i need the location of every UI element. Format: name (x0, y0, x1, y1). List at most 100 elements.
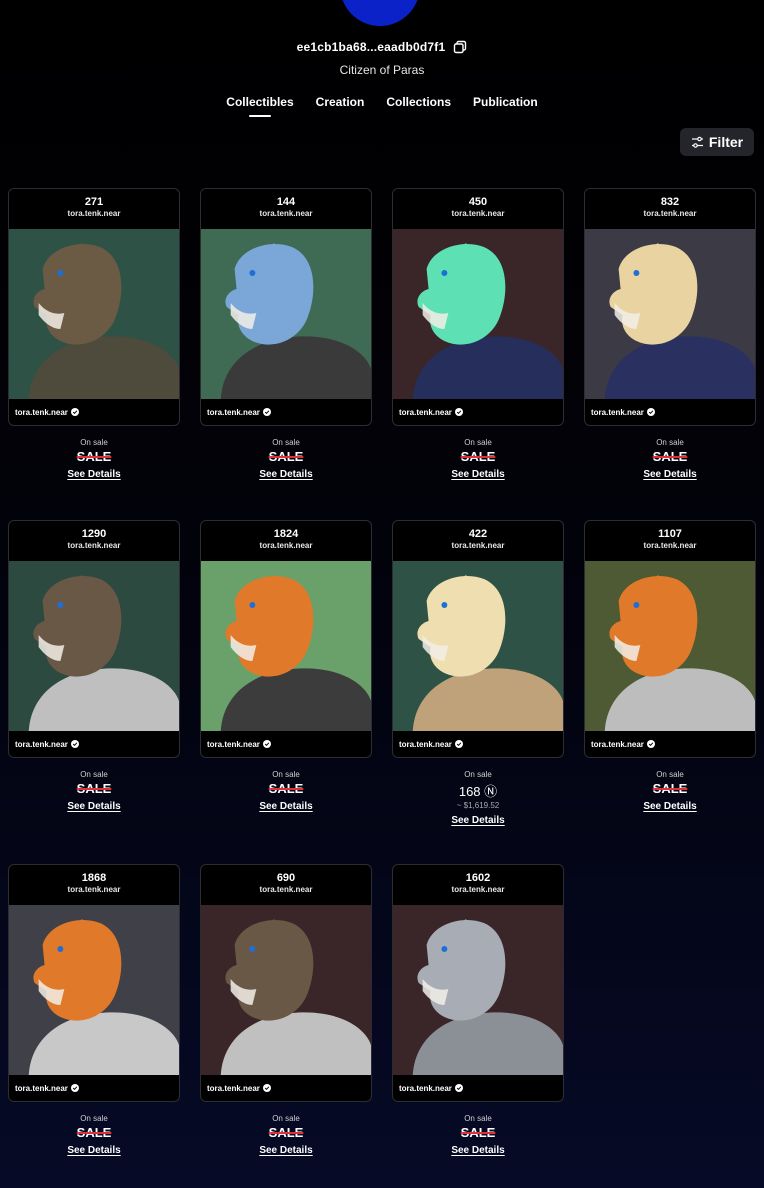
card-owner[interactable]: tora.tenk.near (207, 408, 260, 417)
card-token-number: 1868 (81, 872, 107, 884)
card-footer: tora.tenk.near (201, 1075, 371, 1101)
card-token-number: 144 (276, 196, 296, 208)
card-header: 1824 tora.tenk.near (201, 521, 371, 561)
card-token-number: 1290 (81, 528, 107, 540)
card-owner[interactable]: tora.tenk.near (591, 408, 644, 417)
card-artwork (9, 561, 179, 731)
nft-card[interactable]: 1868 tora.tenk.near tora.tenk.near (8, 864, 180, 1102)
card-owner[interactable]: tora.tenk.near (15, 740, 68, 749)
verified-icon (70, 740, 79, 748)
card-sale-info: On sale SALE See Details (200, 1114, 372, 1158)
nft-card[interactable]: 271 tora.tenk.near tora.tenk.near (8, 188, 180, 426)
nft-card[interactable]: 144 tora.tenk.near tora.tenk.near (200, 188, 372, 426)
card-header: 271 tora.tenk.near (9, 189, 179, 229)
card-price: 168 Ⓝ (458, 784, 498, 799)
card-collection-name: tora.tenk.near (451, 541, 505, 550)
nft-card[interactable]: 832 tora.tenk.near tora.tenk.near (584, 188, 756, 426)
nft-card[interactable]: 450 tora.tenk.near tora.tenk.near (392, 188, 564, 426)
see-details-link[interactable]: See Details (259, 1145, 312, 1156)
card-collection-name: tora.tenk.near (67, 209, 121, 218)
card-artwork (393, 229, 563, 399)
card-sale-label: SALE (268, 1125, 304, 1140)
card-header: 422 tora.tenk.near (393, 521, 563, 561)
card-footer: tora.tenk.near (9, 399, 179, 425)
card-header: 1602 tora.tenk.near (393, 865, 563, 905)
copy-icon[interactable] (453, 40, 467, 54)
card-artwork (393, 561, 563, 731)
profile-subtitle: Citizen of Paras (339, 63, 425, 77)
see-details-link[interactable]: See Details (451, 1145, 504, 1156)
filter-button[interactable]: Filter (680, 128, 754, 156)
verified-icon (646, 740, 655, 748)
see-details-link[interactable]: See Details (451, 469, 504, 480)
see-details-link[interactable]: See Details (259, 801, 312, 812)
verified-icon (262, 740, 271, 748)
card-sale-info: On sale SALE See Details (8, 770, 180, 814)
nft-card[interactable]: 690 tora.tenk.near tora.tenk.near (200, 864, 372, 1102)
card-owner[interactable]: tora.tenk.near (207, 1084, 260, 1093)
verified-icon (646, 408, 655, 416)
card-collection-name: tora.tenk.near (259, 885, 313, 894)
card-collection-name: tora.tenk.near (259, 209, 313, 218)
card-token-number: 1824 (273, 528, 299, 540)
card-token-number: 1602 (465, 872, 491, 884)
card-owner[interactable]: tora.tenk.near (399, 1084, 452, 1093)
profile-tabs: Collectibles Creation Collections Public… (0, 95, 764, 117)
see-details-link[interactable]: See Details (67, 801, 120, 812)
card-token-number: 422 (468, 528, 488, 540)
card-artwork (585, 229, 755, 399)
tab-collectibles[interactable]: Collectibles (226, 95, 294, 117)
card-artwork (9, 229, 179, 399)
card-footer: tora.tenk.near (393, 1075, 563, 1101)
see-details-link[interactable]: See Details (259, 469, 312, 480)
card-sale-info: On sale SALE See Details (584, 438, 756, 482)
nft-card[interactable]: 1290 tora.tenk.near tora.tenk.near (8, 520, 180, 758)
card-footer: tora.tenk.near (393, 731, 563, 757)
card-collection-name: tora.tenk.near (451, 209, 505, 218)
see-details-link[interactable]: See Details (451, 815, 504, 826)
see-details-link[interactable]: See Details (67, 469, 120, 480)
card-sale-info: On sale SALE See Details (200, 438, 372, 482)
tab-publication[interactable]: Publication (473, 95, 538, 117)
card-owner[interactable]: tora.tenk.near (207, 740, 260, 749)
card-header: 1107 tora.tenk.near (585, 521, 755, 561)
see-details-link[interactable]: See Details (643, 801, 696, 812)
card-sale-label: SALE (460, 449, 496, 464)
card-owner[interactable]: tora.tenk.near (399, 740, 452, 749)
account-row: ee1cb1ba68...eaadb0d7f1 (0, 40, 764, 54)
card-owner[interactable]: tora.tenk.near (15, 408, 68, 417)
see-details-link[interactable]: See Details (643, 469, 696, 480)
verified-icon (262, 1084, 271, 1092)
card-token-number: 690 (276, 872, 296, 884)
nft-card[interactable]: 1824 tora.tenk.near tora.tenk.near (200, 520, 372, 758)
card-usd-price: ~ $1,619.52 (456, 801, 500, 810)
card-owner[interactable]: tora.tenk.near (15, 1084, 68, 1093)
card-sale-info: On sale 168 Ⓝ ~ $1,619.52 See Details (392, 770, 564, 828)
card-sale-label: SALE (268, 449, 304, 464)
card-artwork (201, 905, 371, 1075)
verified-icon (454, 1084, 463, 1092)
card-token-number: 271 (84, 196, 104, 208)
card-status: On sale (464, 1114, 492, 1123)
card-token-number: 450 (468, 196, 488, 208)
card-artwork (201, 561, 371, 731)
tab-creation[interactable]: Creation (316, 95, 365, 117)
card-footer: tora.tenk.near (201, 399, 371, 425)
nft-card[interactable]: 422 tora.tenk.near tora.tenk.near (392, 520, 564, 758)
see-details-link[interactable]: See Details (67, 1145, 120, 1156)
card-collection-name: tora.tenk.near (67, 541, 121, 550)
card-sale-label: SALE (460, 1125, 496, 1140)
nft-card[interactable]: 1107 tora.tenk.near tora.tenk.near (584, 520, 756, 758)
card-owner[interactable]: tora.tenk.near (399, 408, 452, 417)
card-status: On sale (656, 770, 684, 779)
verified-icon (454, 740, 463, 748)
card-sale-info: On sale SALE See Details (200, 770, 372, 814)
card-footer: tora.tenk.near (9, 731, 179, 757)
tab-collections[interactable]: Collections (386, 95, 451, 117)
card-owner[interactable]: tora.tenk.near (591, 740, 644, 749)
card-status: On sale (80, 438, 108, 447)
nft-card[interactable]: 1602 tora.tenk.near tora.tenk.near (392, 864, 564, 1102)
card-header: 690 tora.tenk.near (201, 865, 371, 905)
card-token-number: 832 (660, 196, 680, 208)
card-sale-label: SALE (76, 1125, 112, 1140)
